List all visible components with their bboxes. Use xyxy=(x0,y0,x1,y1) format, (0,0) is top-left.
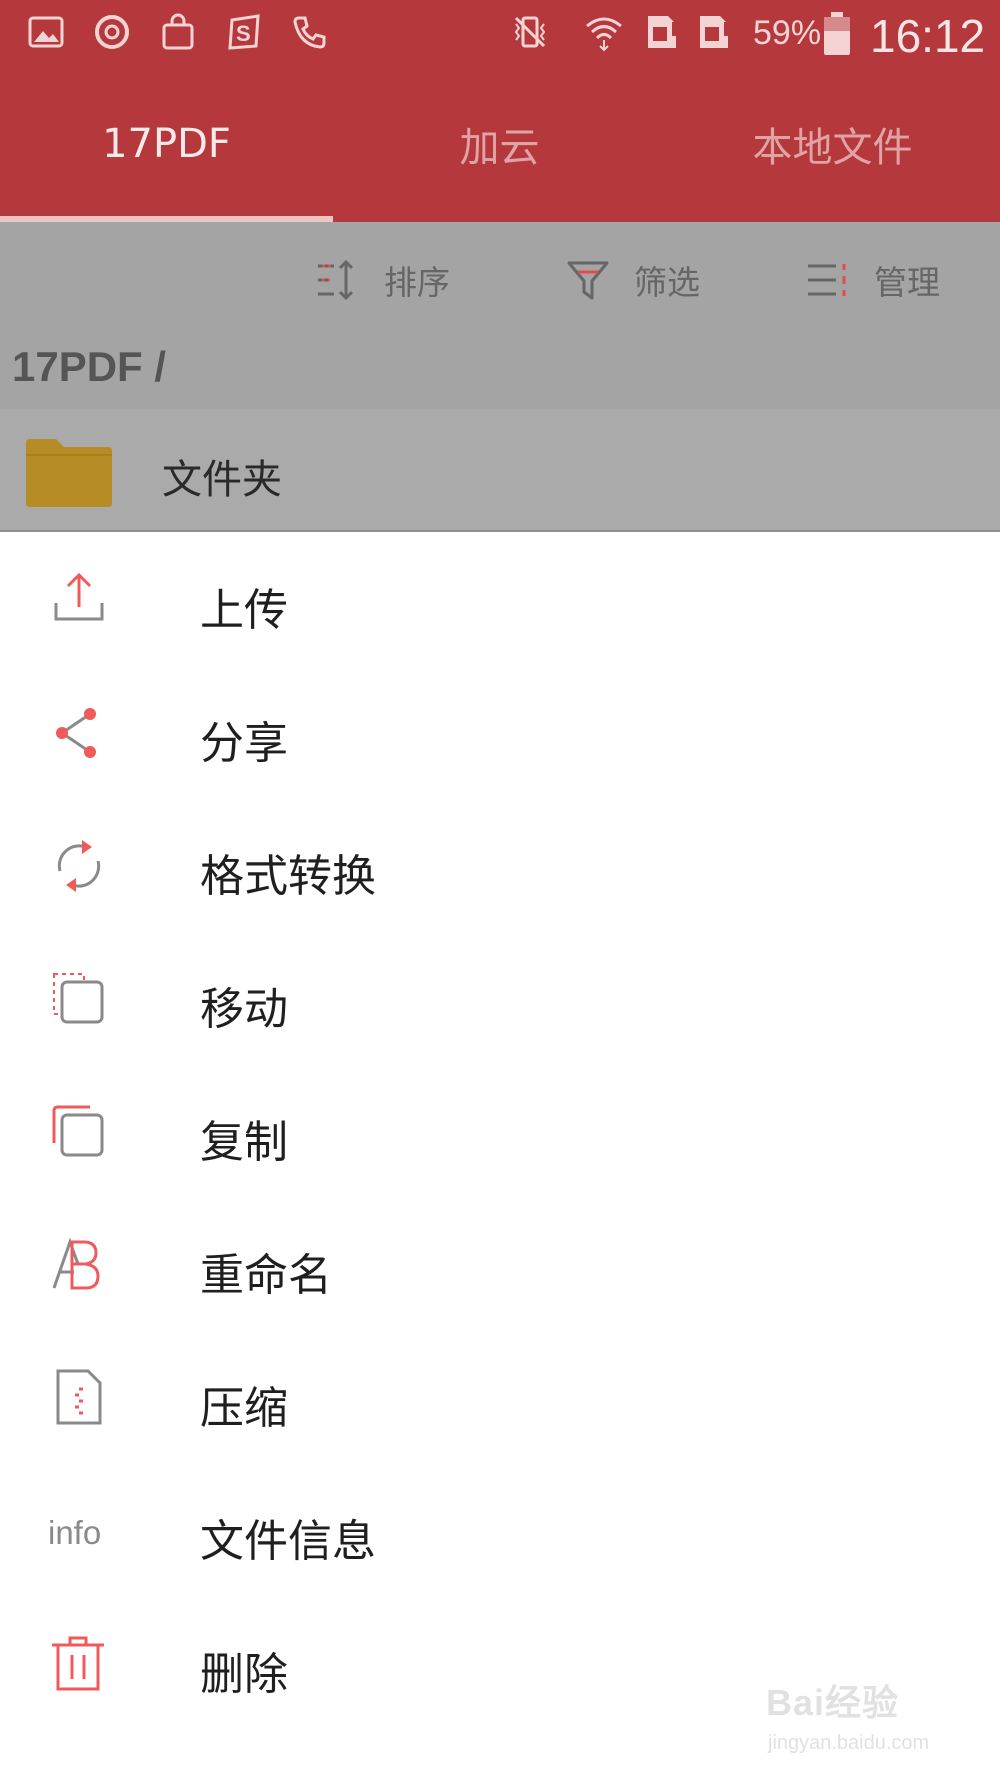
shopping-bag-icon xyxy=(158,12,198,52)
menu-label-move: 移动 xyxy=(200,984,288,1035)
move-icon xyxy=(48,968,110,1030)
menu-item-move[interactable]: 移动 xyxy=(0,931,1000,1064)
menu-item-rename[interactable]: 重命名 xyxy=(0,1197,1000,1330)
menu-label-file-info: 文件信息 xyxy=(200,1516,376,1567)
file-action-sheet: 上传 分享 格式转换 移动 复制 重命名 压缩 info 文件信息 删除 xyxy=(0,532,1000,1778)
compress-icon xyxy=(48,1367,110,1429)
tab-local-files[interactable]: 本地文件 xyxy=(666,66,999,222)
gallery-icon xyxy=(26,12,66,52)
menu-label-delete: 删除 xyxy=(200,1649,288,1700)
menu-label-rename: 重命名 xyxy=(200,1250,332,1301)
sim1-icon xyxy=(642,12,682,52)
info-icon: info xyxy=(48,1500,110,1562)
svg-text:S: S xyxy=(236,21,251,46)
clock: 16:12 xyxy=(870,10,986,62)
watermark-url-text: jingyan.baidu.com xyxy=(768,1732,930,1754)
filter-icon xyxy=(567,261,609,300)
menu-item-copy[interactable]: 复制 xyxy=(0,1064,1000,1197)
menu-item-file-info[interactable]: info 文件信息 xyxy=(0,1463,1000,1596)
share-icon xyxy=(48,702,110,764)
tab-17pdf[interactable]: 17PDF xyxy=(0,66,333,222)
vibrate-icon xyxy=(510,12,550,52)
manage-label: 管理 xyxy=(874,263,940,302)
tab-bar: 17PDF 加云 本地文件 xyxy=(0,66,1000,222)
filter-button[interactable]: 筛选 xyxy=(566,252,700,308)
watermark-main-text: Bai经验 xyxy=(766,1682,900,1723)
menu-item-share[interactable]: 分享 xyxy=(0,665,1000,798)
trash-icon xyxy=(48,1633,110,1695)
info-glyph: info xyxy=(48,1514,102,1551)
battery-percent: 59% xyxy=(753,14,822,52)
sim2-icon xyxy=(694,12,734,52)
menu-label-copy: 复制 xyxy=(200,1117,288,1168)
convert-icon xyxy=(48,835,110,897)
menu-label-convert: 格式转换 xyxy=(200,851,376,902)
battery-icon xyxy=(822,12,852,55)
manage-button[interactable]: 管理 xyxy=(806,252,940,308)
manage-icon xyxy=(808,264,846,296)
wifi-icon xyxy=(584,12,624,52)
filter-label: 筛选 xyxy=(634,263,700,302)
s-app-icon: S xyxy=(224,12,264,52)
status-bar: S 59% 16:12 xyxy=(0,0,1000,66)
folder-icon xyxy=(26,439,112,507)
copy-icon xyxy=(48,1101,110,1163)
folder-name: 文件夹 xyxy=(162,457,282,503)
tab-jiayun[interactable]: 加云 xyxy=(333,66,666,222)
sync-icon xyxy=(92,12,132,52)
toolbar: 排序 筛选 管理 xyxy=(0,222,1000,337)
menu-label-compress: 压缩 xyxy=(200,1383,288,1434)
baidu-jingyan-watermark: Bai经验 jingyan.baidu.com xyxy=(766,1674,966,1764)
breadcrumb[interactable]: 17PDF / xyxy=(12,343,166,391)
menu-label-share: 分享 xyxy=(200,718,288,769)
menu-label-upload: 上传 xyxy=(200,585,288,636)
sort-button[interactable]: 排序 xyxy=(316,252,450,308)
menu-item-convert[interactable]: 格式转换 xyxy=(0,798,1000,931)
menu-item-compress[interactable]: 压缩 xyxy=(0,1330,1000,1463)
sort-label: 排序 xyxy=(384,263,450,302)
breadcrumb-row: 17PDF / xyxy=(0,337,1000,409)
folder-row[interactable]: 文件夹 xyxy=(0,409,1000,530)
rename-icon xyxy=(48,1234,110,1296)
sort-icon xyxy=(318,259,354,301)
menu-item-upload[interactable]: 上传 xyxy=(0,532,1000,665)
upload-icon xyxy=(48,569,110,631)
phone-call-icon xyxy=(290,12,330,52)
